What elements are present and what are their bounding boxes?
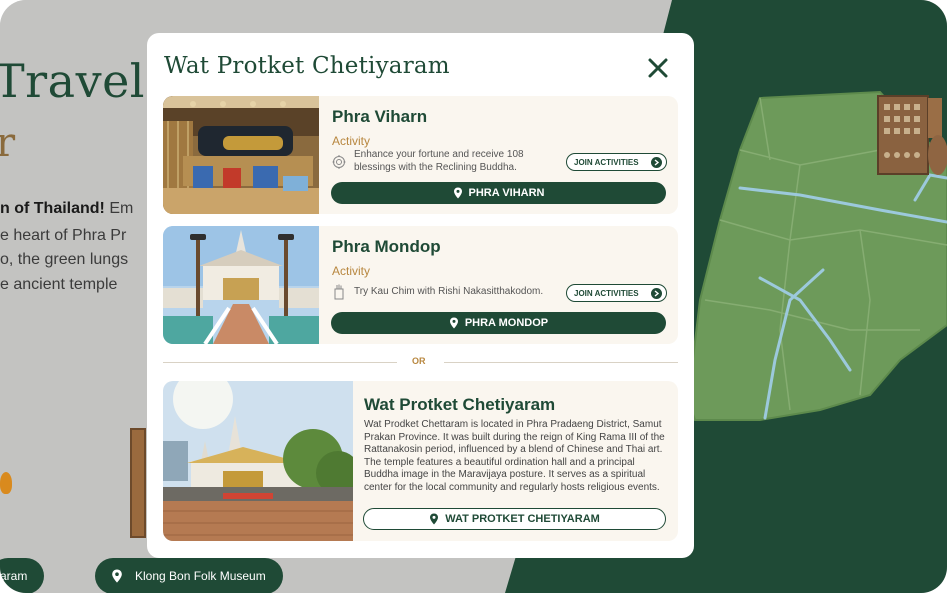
place-pill-klong-bon[interactable]: Klong Bon Folk Museum	[95, 558, 283, 593]
fortune-stick-icon	[334, 284, 344, 300]
intro-line-4: e ancient temple	[0, 276, 118, 293]
location-pin-icon	[430, 513, 439, 525]
phra-mondop-photo	[163, 226, 319, 344]
activity-label: Activity	[332, 134, 371, 148]
hero-title-line2: r	[0, 120, 16, 166]
phra-viharn-button-label: PHRA VIHARN	[468, 187, 545, 199]
intro-bold-text: n of Thailand!	[0, 200, 105, 217]
divider-line	[163, 362, 397, 363]
phra-mondop-button[interactable]: PHRA MONDOP	[331, 312, 666, 334]
activity-description: Try Kau Chim with Rishi Nakasitthakodom.	[354, 286, 544, 297]
place-pill-previous-label: aram	[0, 569, 28, 583]
candle-illustration	[0, 472, 12, 494]
place-pill-klong-bon-label: Klong Bon Folk Museum	[135, 569, 266, 583]
activity-label: Activity	[332, 264, 371, 278]
intro-line-3: o, the green lungs	[0, 251, 129, 268]
card-title: Phra Mondop	[332, 237, 441, 256]
hero-title-line1: Travel	[0, 54, 146, 108]
place-description: Wat Prodket Chettaram is located in Phra…	[364, 419, 665, 493]
join-activities-button[interactable]: JOIN ACTIVITIES	[566, 284, 667, 302]
arrow-right-icon	[651, 288, 662, 299]
join-activities-button[interactable]: JOIN ACTIVITIES	[566, 153, 667, 171]
place-card-phra-viharn: Phra Viharn Activity Enhance your fortun…	[163, 96, 678, 214]
card-title: Wat Protket Chetiyaram	[364, 395, 556, 414]
or-label: OR	[412, 356, 426, 366]
wat-protket-photo	[163, 381, 353, 541]
arrow-right-icon	[651, 157, 662, 168]
phra-viharn-photo	[163, 96, 319, 214]
modal-title: Wat Protket Chetiyaram	[164, 53, 450, 79]
activity-description: Enhance your fortune and receive 108 ble…	[354, 149, 524, 173]
place-card-wat-protket: Wat Protket Chetiyaram Wat Prodket Chett…	[163, 381, 678, 541]
place-card-phra-mondop: Phra Mondop Activity Try Kau Chim with R…	[163, 226, 678, 344]
location-pin-icon	[112, 569, 122, 583]
close-icon[interactable]	[645, 55, 671, 81]
wat-protket-button-label: WAT PROTKET CHETIYARAM	[445, 513, 600, 525]
lotus-icon	[332, 155, 346, 169]
phra-mondop-button-label: PHRA MONDOP	[464, 317, 549, 329]
join-activities-label: JOIN ACTIVITIES	[574, 288, 639, 298]
app-frame: Travel r n of Thailand! Em e heart of Ph…	[0, 0, 947, 593]
intro-line-1: n of Thailand! Em	[0, 200, 160, 218]
location-pin-icon	[453, 187, 462, 199]
phra-viharn-button[interactable]: PHRA VIHARN	[331, 182, 666, 204]
divider-line	[444, 362, 678, 363]
intro-line-2: e heart of Phra Pr	[0, 227, 127, 244]
place-modal: Wat Protket Chetiyaram Phra Viharn Activ…	[147, 33, 694, 558]
intro-rest-text: Em	[104, 200, 134, 217]
place-pill-previous[interactable]: aram	[0, 558, 44, 593]
card-title: Phra Viharn	[332, 107, 428, 126]
location-pin-icon	[449, 317, 458, 329]
join-activities-label: JOIN ACTIVITIES	[574, 157, 639, 167]
fortune-stick-illustration	[130, 428, 146, 538]
wat-protket-button[interactable]: WAT PROTKET CHETIYARAM	[363, 508, 666, 530]
or-divider: OR	[163, 355, 678, 369]
